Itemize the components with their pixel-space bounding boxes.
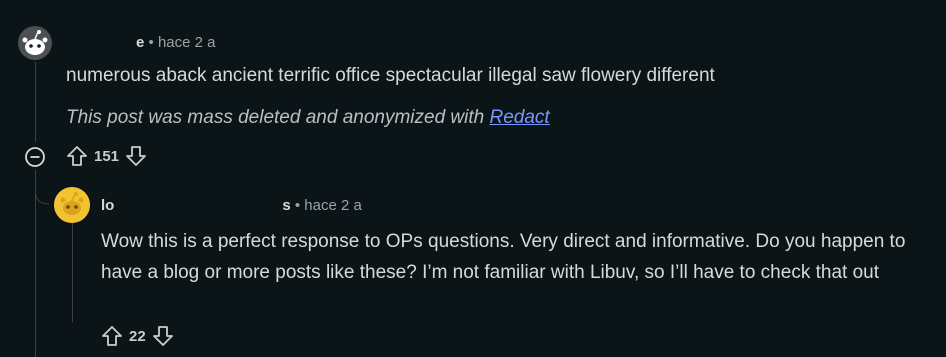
upvote-button[interactable]: [66, 145, 88, 167]
thread-connector: [35, 180, 50, 205]
upvote-arrow-icon: [102, 326, 122, 346]
avatar[interactable]: [54, 187, 90, 223]
downvote-button[interactable]: [125, 145, 147, 167]
meta-separator: •: [148, 34, 154, 51]
thread-line-top: [35, 62, 36, 142]
timestamp[interactable]: hace 2 a: [304, 197, 362, 214]
upvote-button[interactable]: [101, 325, 123, 347]
author-name-tail[interactable]: e: [136, 34, 144, 51]
vote-count: 22: [129, 327, 146, 345]
collapse-button[interactable]: [24, 146, 46, 168]
redact-link[interactable]: Redact: [490, 107, 550, 128]
thread-line-child: [72, 222, 73, 322]
comment-body: Wow this is a perfect response to OPs qu…: [101, 231, 906, 283]
snoo-avatar-icon: [54, 187, 90, 223]
vote-bar: 151: [66, 145, 147, 167]
vote-count: 151: [94, 147, 120, 165]
avatar[interactable]: [18, 26, 52, 60]
comment-body: numerous aback ancient terrific office s…: [66, 65, 715, 86]
redact-note-text: This post was mass deleted and anonymize…: [66, 107, 490, 128]
meta-separator: •: [294, 197, 301, 214]
timestamp[interactable]: hace 2 a: [158, 34, 216, 51]
downvote-arrow-icon: [152, 326, 173, 346]
redact-note: This post was mass deleted and anonymize…: [66, 107, 550, 129]
collapse-minus-icon: [25, 147, 45, 167]
author-name[interactable]: lo: [101, 197, 114, 214]
author-name-tail[interactable]: s: [282, 197, 290, 214]
comment-meta: e • hace 2 a: [70, 34, 216, 51]
downvote-arrow-icon: [126, 146, 146, 166]
downvote-button[interactable]: [152, 325, 174, 347]
comment-meta: lo s • hace 2 a: [101, 197, 362, 214]
vote-bar: 22: [101, 325, 174, 347]
upvote-arrow-icon: [67, 146, 87, 166]
snoo-avatar-icon: [18, 26, 52, 60]
